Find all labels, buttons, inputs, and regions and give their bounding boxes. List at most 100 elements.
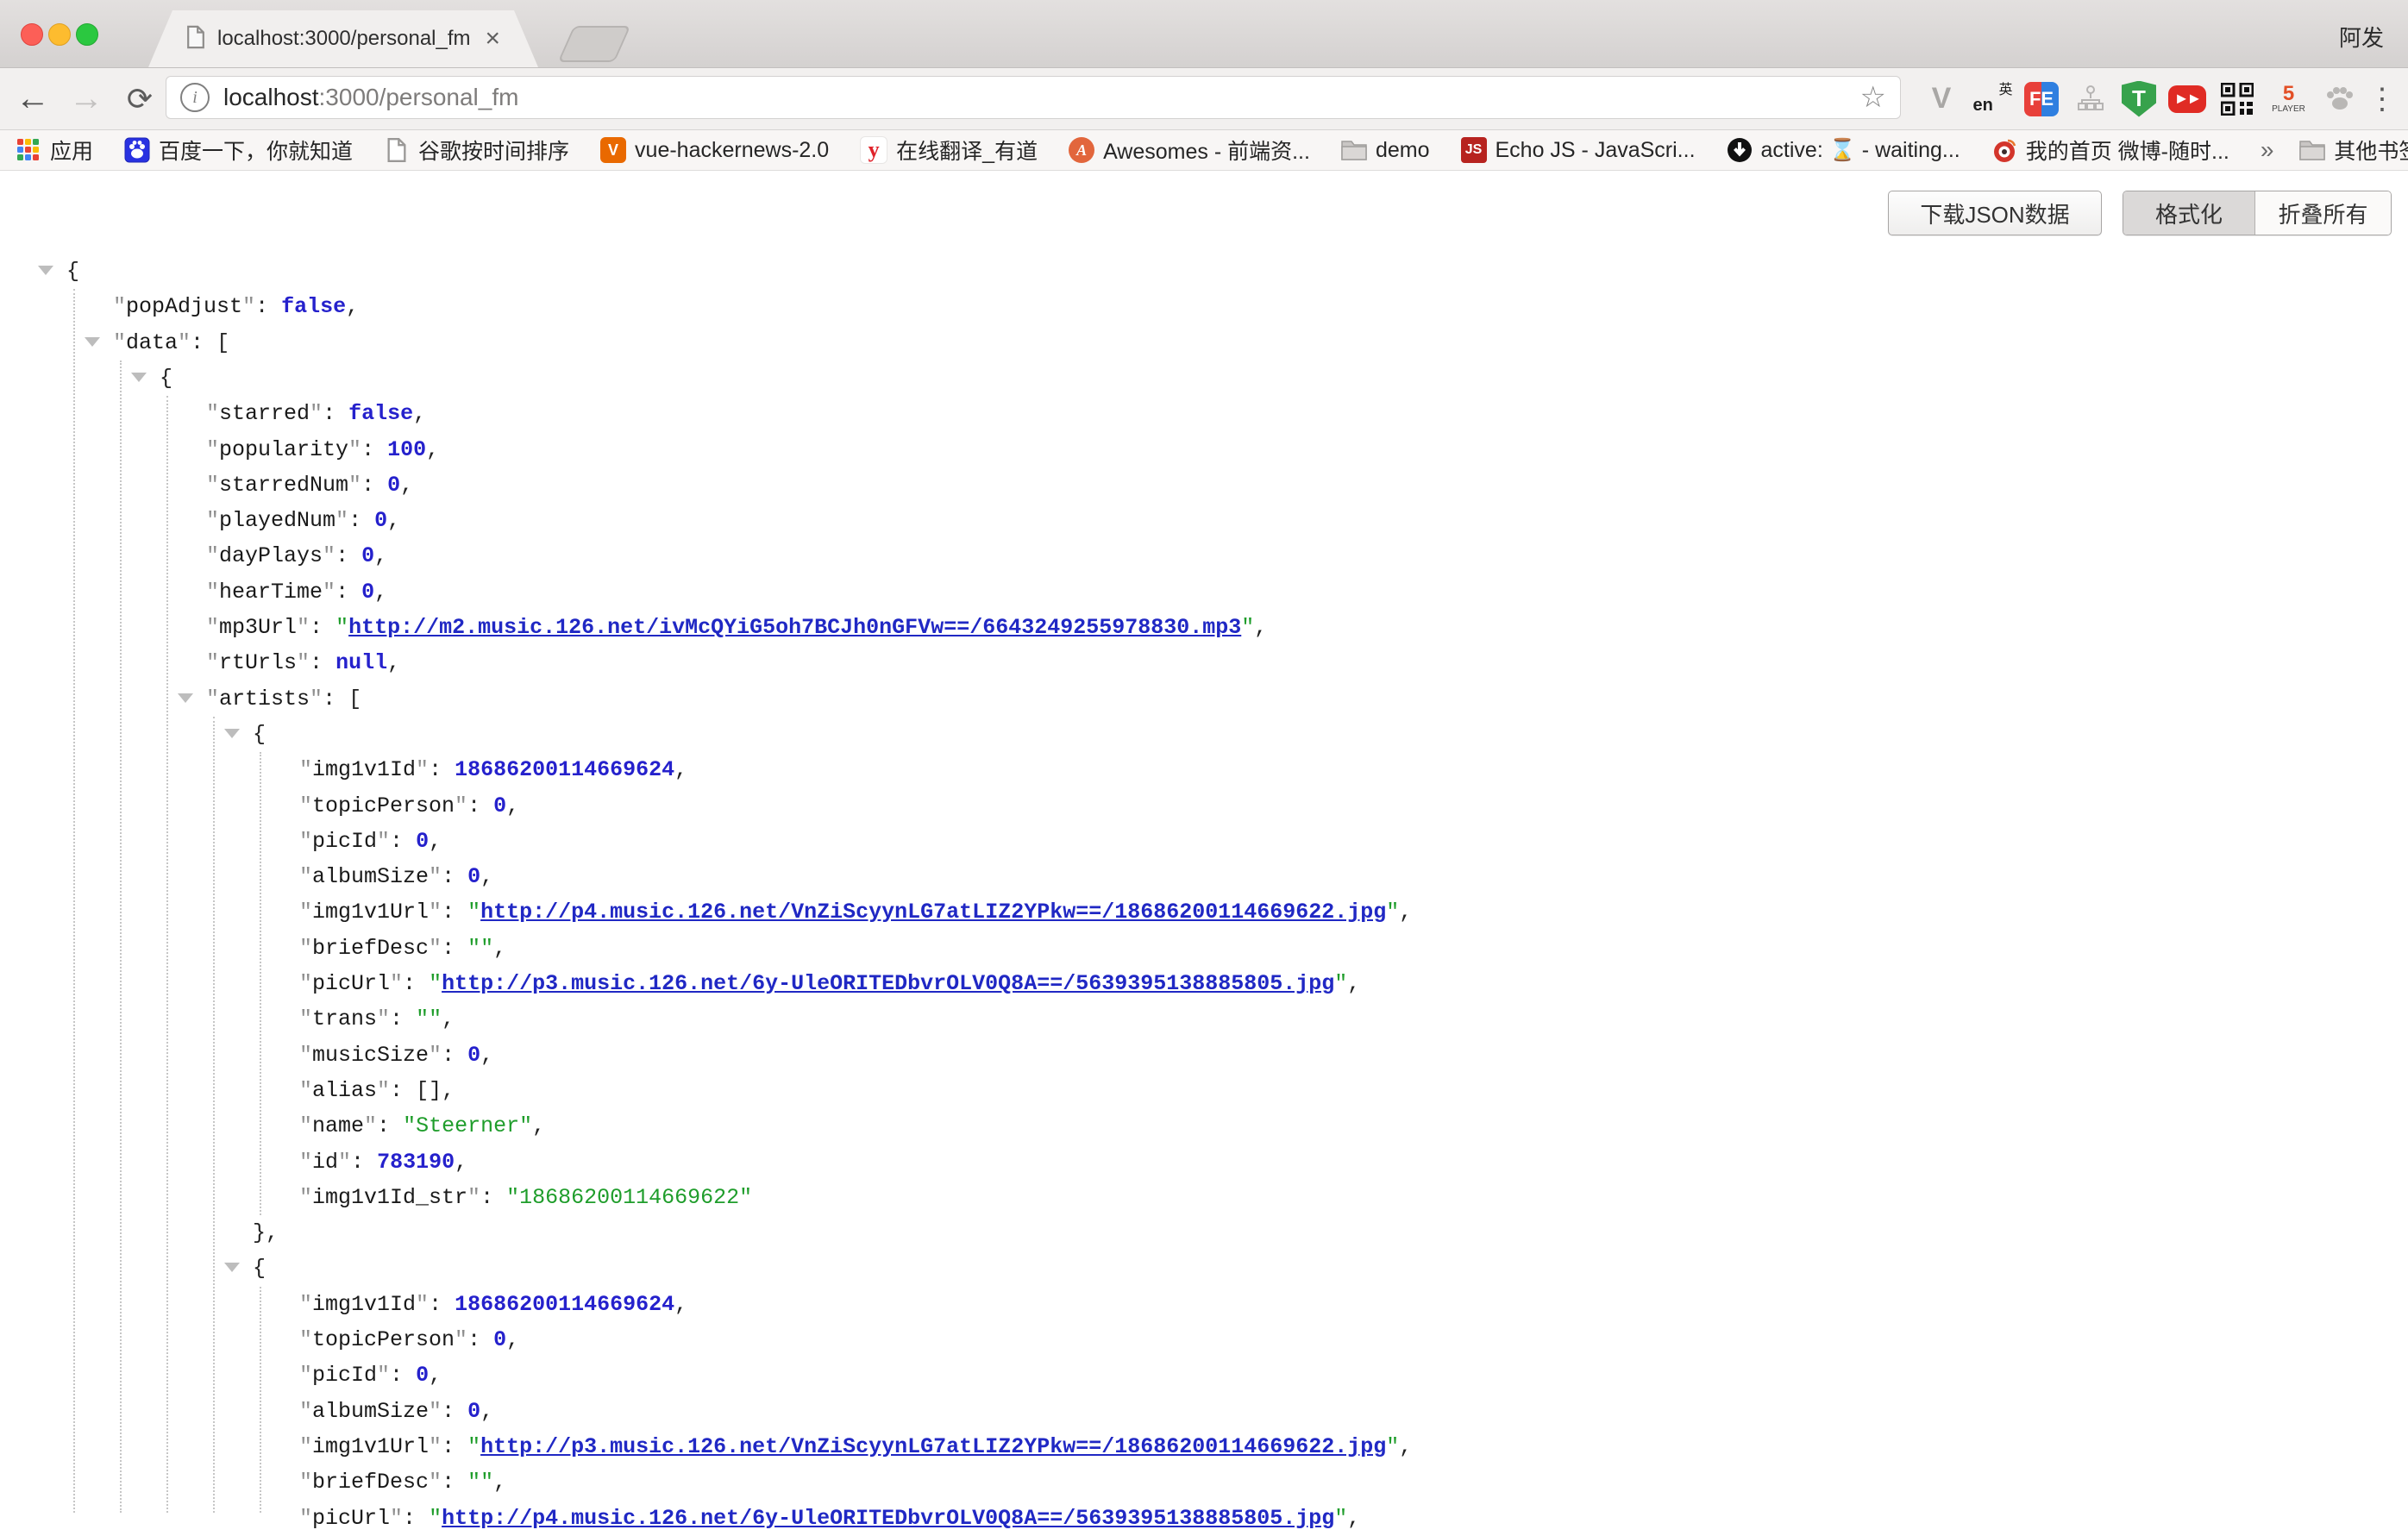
json-line: "briefDesc": "", bbox=[0, 931, 2408, 966]
json-line: "rtUrls": null, bbox=[0, 645, 2408, 680]
bookmark-star-icon[interactable]: ☆ bbox=[1860, 80, 1886, 115]
bookmark-item[interactable]: active: ⌛ - waiting... bbox=[1727, 137, 1960, 163]
vue-devtools-icon[interactable]: V bbox=[1922, 79, 1961, 119]
collapse-toggle-icon[interactable] bbox=[131, 373, 147, 382]
html5-player-label: PLAYER bbox=[2272, 104, 2305, 114]
json-line: "popularity": 100, bbox=[0, 432, 2408, 467]
youdao-icon: y bbox=[860, 136, 887, 164]
url-text[interactable]: localhost:3000/personal_fm bbox=[223, 84, 518, 111]
json-line: "briefDesc": "", bbox=[0, 1464, 2408, 1500]
bookmark-label: Awesomes - 前端资... bbox=[1103, 135, 1310, 166]
new-tab-button[interactable] bbox=[558, 26, 631, 62]
json-line: "alias": [], bbox=[0, 1073, 2408, 1108]
address-bar[interactable]: i localhost:3000/personal_fm ☆ bbox=[166, 76, 1901, 119]
json-url-link[interactable]: http://p3.music.126.net/VnZiScyynLG7atLI… bbox=[480, 1434, 1386, 1459]
json-line: "mp3Url": "http://m2.music.126.net/ivMcQ… bbox=[0, 610, 2408, 645]
bookmark-label: 我的首页 微博-随时... bbox=[2026, 135, 2229, 166]
json-line: "popAdjust": false, bbox=[0, 289, 2408, 324]
json-line: "playedNum": 0, bbox=[0, 503, 2408, 538]
folder-icon bbox=[2299, 137, 2325, 163]
tab-strip: localhost:3000/personal_fm × 阿发 bbox=[0, 0, 2408, 68]
collapse-toggle-icon[interactable] bbox=[224, 729, 240, 738]
json-url-link[interactable]: http://p4.music.126.net/VnZiScyynLG7atLI… bbox=[480, 900, 1386, 925]
translate-cn-glyph: 英 bbox=[1998, 85, 2012, 97]
bookmark-item[interactable]: 我的首页 微博-随时... bbox=[1991, 135, 2229, 166]
browser-profile-name[interactable]: 阿发 bbox=[2339, 21, 2384, 53]
collapse-toggle-icon[interactable] bbox=[85, 337, 100, 347]
page-info-icon[interactable]: i bbox=[180, 83, 210, 112]
sitemap-extension-icon[interactable] bbox=[2071, 79, 2110, 119]
html5-shield-glyph: 5 bbox=[2283, 84, 2294, 104]
bookmark-label: demo bbox=[1376, 138, 1430, 163]
json-line: { bbox=[0, 1251, 2408, 1286]
json-line: "img1v1Id": 18686200114669624, bbox=[0, 752, 2408, 787]
collapse-all-button[interactable]: 折叠所有 bbox=[2255, 191, 2391, 235]
paw-extension-icon[interactable] bbox=[2320, 79, 2360, 119]
bookmarks-overflow-chevron[interactable]: » bbox=[2261, 136, 2274, 164]
browser-menu-icon[interactable]: ⋮ bbox=[2365, 68, 2399, 129]
json-line: "albumSize": 0, bbox=[0, 859, 2408, 894]
bookmarks-bar: 应用百度一下，你就知道谷歌按时间排序 Vvue-hackernews-2.0 y 在线… bbox=[0, 130, 2408, 171]
json-line: "artists": [ bbox=[0, 681, 2408, 717]
download-icon bbox=[1727, 137, 1753, 163]
bookmark-item[interactable]: 应用 bbox=[16, 135, 93, 166]
bookmark-item[interactable]: 谷歌按时间排序 bbox=[384, 135, 569, 166]
folder-icon bbox=[1341, 137, 1367, 163]
bookmark-item[interactable]: Vvue-hackernews-2.0 bbox=[600, 137, 829, 163]
bookmark-label: 在线翻译_有道 bbox=[896, 135, 1038, 166]
tab-title: localhost:3000/personal_fm bbox=[217, 27, 476, 51]
bookmark-item[interactable]: JSEcho JS - JavaScri... bbox=[1461, 137, 1696, 163]
collapse-toggle-icon[interactable] bbox=[38, 266, 53, 275]
bookmark-label: active: ⌛ - waiting... bbox=[1761, 138, 1960, 163]
tampermonkey-icon[interactable]: T bbox=[2122, 81, 2156, 117]
json-line: "picUrl": "http://p3.music.126.net/6y-Ul… bbox=[0, 966, 2408, 1001]
bookmark-item[interactable]: AAwesomes - 前端资... bbox=[1069, 135, 1310, 166]
html5-player-extension-icon[interactable]: 5 PLAYER bbox=[2269, 79, 2309, 119]
zoom-window-button[interactable] bbox=[76, 23, 98, 46]
other-bookmarks-folder[interactable]: 其他书签 bbox=[2299, 135, 2408, 166]
download-json-button[interactable]: 下载JSON数据 bbox=[1888, 191, 2102, 235]
view-mode-segmented-control: 格式化 折叠所有 bbox=[2123, 191, 2392, 235]
json-line: "img1v1Id_str": "18686200114669622" bbox=[0, 1180, 2408, 1215]
browser-tab[interactable]: localhost:3000/personal_fm × bbox=[148, 10, 538, 67]
apps-grid-icon bbox=[16, 137, 41, 163]
minimize-window-button[interactable] bbox=[48, 23, 71, 46]
json-line: { bbox=[0, 717, 2408, 752]
download-json-label: 下载JSON数据 bbox=[1920, 197, 2069, 229]
collapse-toggle-icon[interactable] bbox=[178, 693, 193, 703]
json-url-link[interactable]: http://p3.music.126.net/6y-UleORITEDbvrO… bbox=[442, 971, 1334, 996]
weibo-icon bbox=[1991, 137, 2017, 163]
url-host: localhost bbox=[223, 84, 319, 110]
reload-icon[interactable]: ⟳ bbox=[116, 68, 164, 129]
url-path: :3000/personal_fm bbox=[319, 84, 519, 110]
collapse-toggle-icon[interactable] bbox=[224, 1263, 240, 1272]
json-url-link[interactable]: http://p4.music.126.net/6y-UleORITEDbvrO… bbox=[442, 1506, 1334, 1531]
video-player-extension-icon[interactable]: ►► bbox=[2168, 85, 2206, 113]
json-line: { bbox=[0, 360, 2408, 396]
collapse-all-label: 折叠所有 bbox=[2278, 197, 2367, 229]
qr-code-extension-icon[interactable] bbox=[2217, 79, 2257, 119]
json-line: "img1v1Url": "http://p4.music.126.net/Vn… bbox=[0, 894, 2408, 930]
translate-extension-icon[interactable]: 英 en bbox=[1973, 79, 2013, 119]
bookmark-items: 应用百度一下，你就知道谷歌按时间排序 Vvue-hackernews-2.0 y 在线… bbox=[16, 135, 2229, 166]
json-line: }, bbox=[0, 1215, 2408, 1251]
bookmark-item[interactable]: demo bbox=[1341, 137, 1430, 163]
echojs-icon: JS bbox=[1461, 137, 1487, 163]
json-line: "hearTime": 0, bbox=[0, 574, 2408, 610]
json-line: "img1v1Url": "http://p3.music.126.net/Vn… bbox=[0, 1429, 2408, 1464]
json-line: "starred": false, bbox=[0, 396, 2408, 431]
close-window-button[interactable] bbox=[21, 23, 43, 46]
bookmark-item[interactable]: 百度一下，你就知道 bbox=[124, 135, 353, 166]
bookmarks-right-group: » 其他书签 bbox=[2261, 135, 2408, 166]
json-line: "topicPerson": 0, bbox=[0, 788, 2408, 824]
back-icon[interactable]: ← bbox=[9, 68, 57, 129]
json-line: "picId": 0, bbox=[0, 1357, 2408, 1393]
tab-close-icon[interactable]: × bbox=[485, 26, 500, 52]
json-url-link[interactable]: http://m2.music.126.net/ivMcQYiG5oh7BCJh… bbox=[348, 615, 1241, 640]
format-button[interactable]: 格式化 bbox=[2123, 191, 2255, 235]
json-line: "albumSize": 0, bbox=[0, 1394, 2408, 1429]
fe-extension-icon[interactable]: FE bbox=[2024, 82, 2059, 116]
bookmark-label: vue-hackernews-2.0 bbox=[635, 138, 829, 163]
bookmark-item[interactable]: y 在线翻译_有道 bbox=[860, 135, 1038, 166]
browser-toolbar: ← → ⟳ i localhost:3000/personal_fm ☆ V 英… bbox=[0, 68, 2408, 130]
